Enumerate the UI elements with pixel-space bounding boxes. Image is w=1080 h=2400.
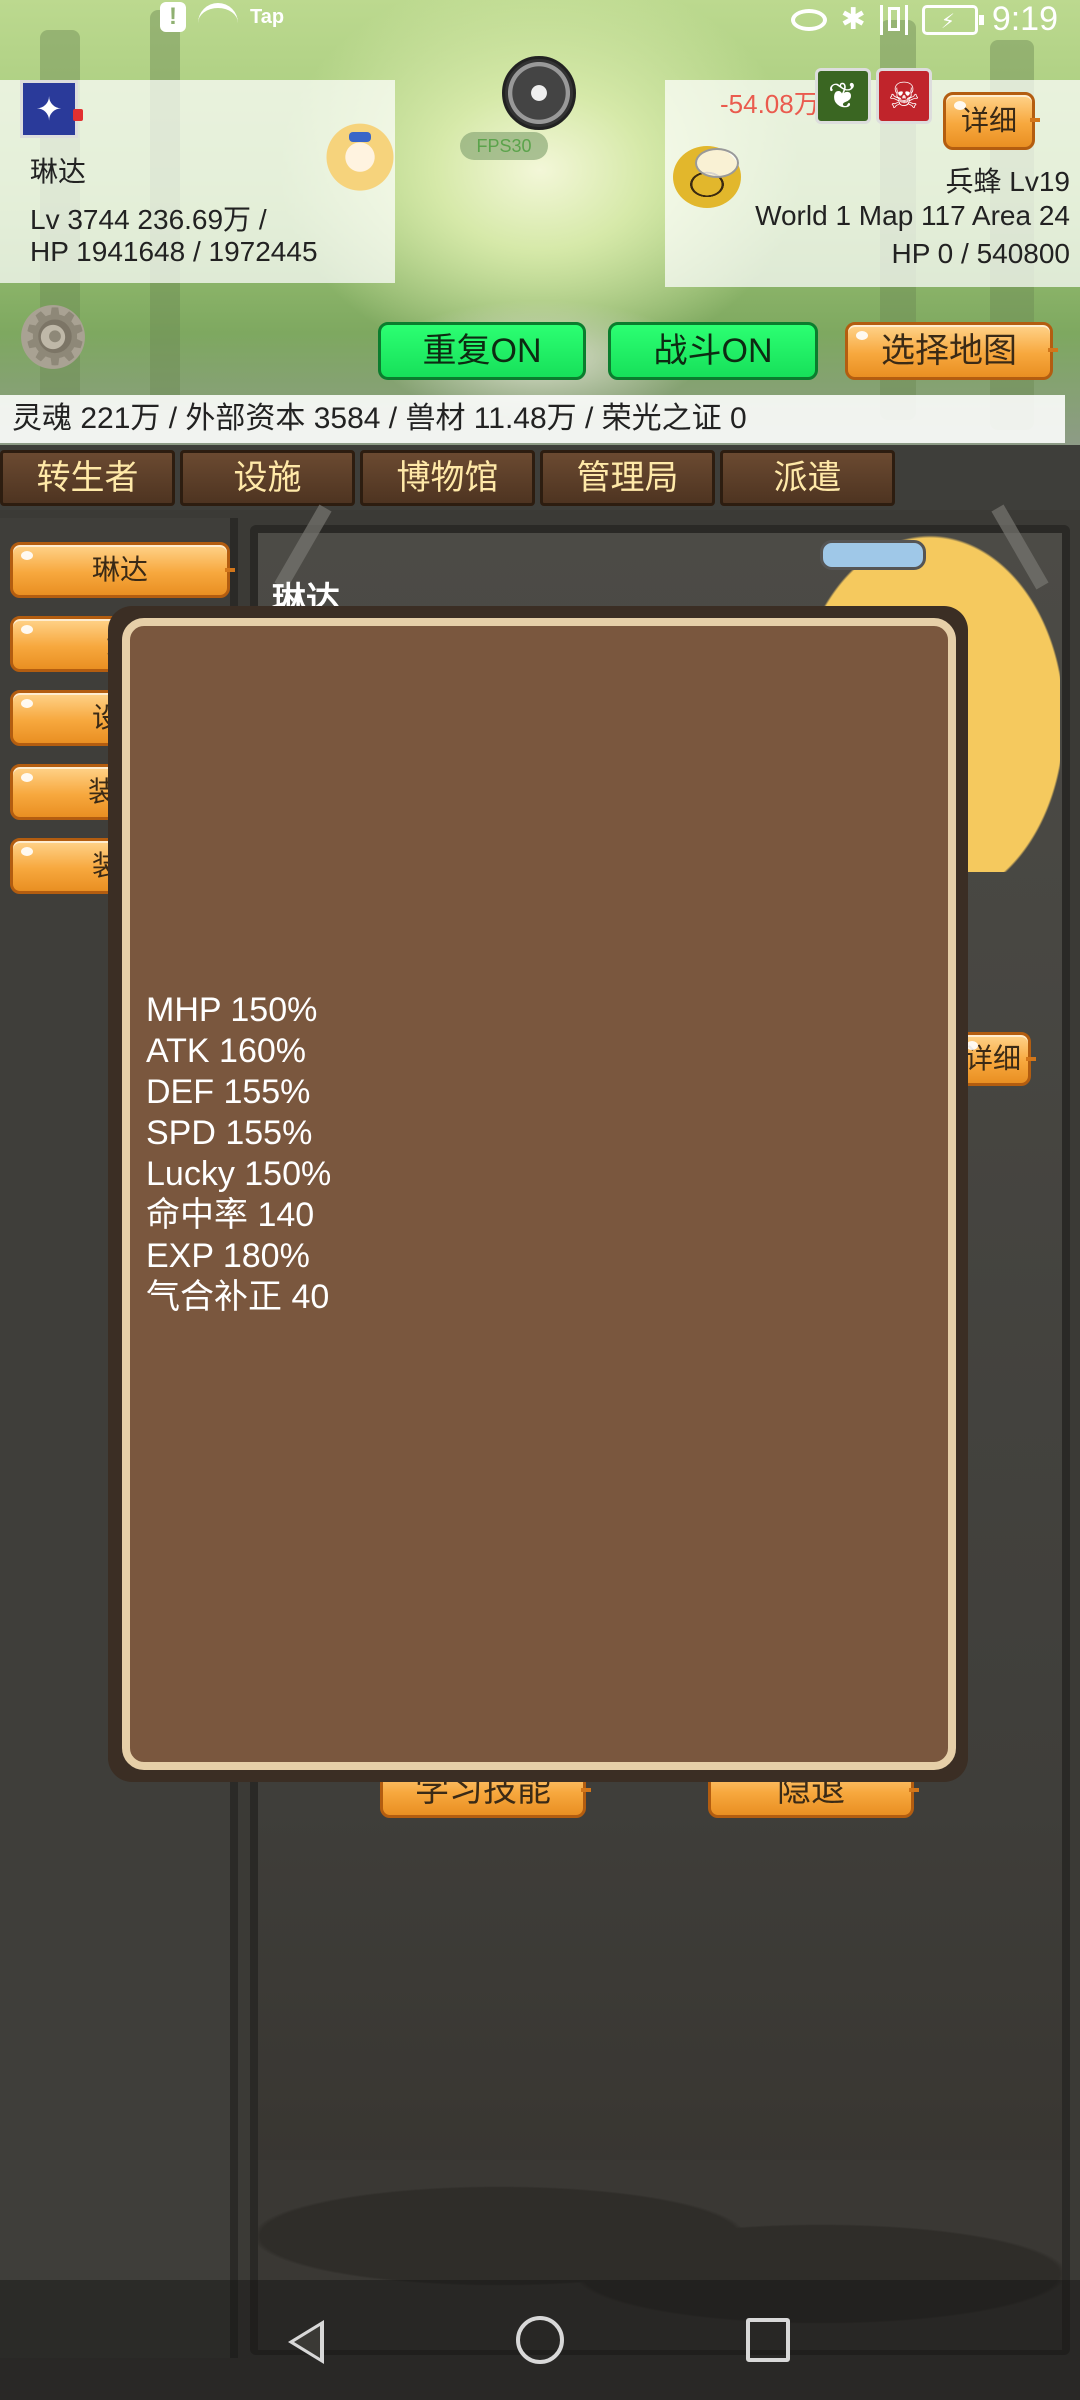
stat-mhp: MHP 150% (146, 991, 318, 1029)
stat-def: DEF 155% (146, 1073, 311, 1111)
tab-administration[interactable]: 管理局 (540, 450, 715, 506)
carrier-label: Tap (250, 5, 285, 28)
side-menu-item-linda[interactable]: 琳达 (10, 542, 235, 598)
fps-counter: FPS30 (460, 132, 548, 160)
select-map-button[interactable]: 选择地图 (845, 322, 1058, 380)
alert-icon: ! (160, 2, 186, 32)
main-tabs: 转生者 设施 博物馆 管理局 派遣 (0, 450, 900, 506)
enemy-detail-button[interactable]: 详细 (943, 92, 1040, 150)
enemy-name: 兵蜂 Lv19 (945, 166, 1071, 197)
reaper-icon[interactable]: ☠ (876, 68, 932, 124)
tab-reincarnator[interactable]: 转生者 (0, 450, 175, 506)
compass-icon[interactable] (502, 56, 576, 130)
eye-icon (790, 8, 827, 31)
player-class-icon[interactable]: ✦ (20, 80, 83, 138)
bee-icon (673, 146, 741, 208)
vibrate-icon (879, 4, 908, 35)
tab-museum[interactable]: 博物馆 (360, 450, 535, 506)
battery-icon: ⚡ (921, 4, 984, 35)
butterfly-icon[interactable]: ❦ (815, 68, 871, 124)
enemy-hp: HP 0 / 540800 (891, 238, 1070, 269)
player-portrait-icon (325, 122, 395, 200)
stat-spirit-correction: 气合补正 40 (146, 1278, 330, 1316)
stat-exp: EXP 180% (146, 1237, 310, 1275)
recent-apps-icon[interactable] (746, 2318, 790, 2362)
popup-stats-list: MHP 150% ATK 160% DEF 155% SPD 155% Luck… (146, 990, 331, 1318)
tab-facilities[interactable]: 设施 (180, 450, 355, 506)
stat-spd: SPD 155% (146, 1114, 313, 1152)
back-icon[interactable] (288, 2320, 324, 2364)
stat-lucky: Lucky 150% (146, 1155, 332, 1193)
damage-number: -54.08万 (720, 89, 820, 119)
tab-dispatch[interactable]: 派遣 (720, 450, 895, 506)
home-icon[interactable] (516, 2316, 564, 2364)
player-hp: HP 1941648 / 1972445 (30, 236, 318, 267)
player-name: 琳达 (30, 156, 87, 187)
repeat-toggle-button[interactable]: 重复ON (378, 322, 586, 380)
player-level: Lv 3744 236.69万 / (30, 204, 267, 235)
battle-toggle-button[interactable]: 战斗ON (608, 322, 818, 380)
enemy-location: World 1 Map 117 Area 24 (755, 200, 1070, 231)
bluetooth-icon: ✱ (840, 3, 866, 36)
clock: 9:19 (991, 0, 1058, 38)
stat-hit-rate: 命中率 140 (146, 1196, 315, 1234)
status-bar: ! Tap ✱ ⚡ 9:19 (0, 0, 1080, 38)
player-panel: ✦ 琳达 Lv 3744 236.69万 / HP 1941648 / 1972… (0, 80, 395, 283)
stat-atk: ATK 160% (146, 1032, 307, 1070)
wifi-icon (198, 3, 238, 31)
settings-gear-icon[interactable] (18, 292, 90, 383)
resource-bar: 灵魂 221万 / 外部资本 3584 / 兽材 11.48万 / 荣光之证 0 (0, 395, 1065, 443)
